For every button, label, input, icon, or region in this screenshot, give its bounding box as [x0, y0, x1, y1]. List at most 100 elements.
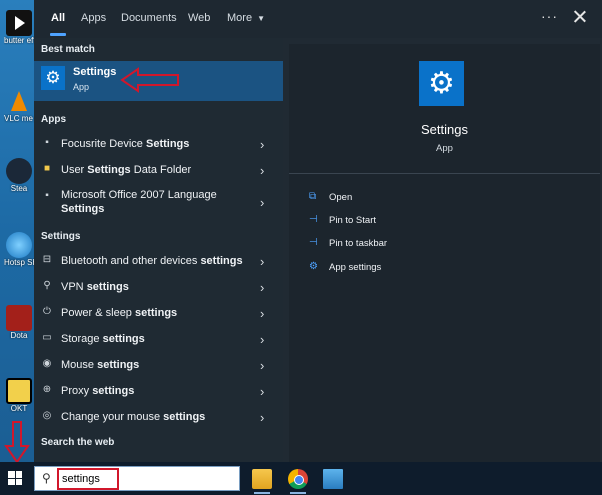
app-item-office-language[interactable]: ▪ Microsoft Office 2007 Language Settings… [34, 185, 283, 221]
dota-icon [6, 305, 32, 331]
annotation-highlight-box [57, 468, 119, 490]
desktop-icon-label: Hotsp Shiel [4, 258, 34, 267]
action-pin-taskbar[interactable]: ⊣ Pin to taskbar [309, 236, 509, 254]
media-file-icon [6, 10, 32, 36]
this-pc-icon[interactable] [323, 469, 343, 489]
chevron-right-icon[interactable]: › [260, 410, 264, 425]
section-best-match: Best match [41, 44, 95, 55]
search-box[interactable]: ⚲ settings [34, 466, 240, 491]
setting-item-power[interactable]: ⏻ Power & sleep settings › [34, 301, 283, 325]
setting-item-text: Storage [61, 333, 103, 345]
setting-item-proxy[interactable]: ⊕ Proxy settings › [34, 379, 283, 403]
tab-more[interactable]: More ▼ [227, 12, 265, 24]
app-item-focusrite[interactable]: ▪ Focusrite Device Settings › [34, 132, 283, 156]
section-apps: Apps [41, 114, 66, 125]
mouse-icon: ◉ [42, 358, 52, 369]
desktop: butter effect.m VLC me playe Stea Hotsp … [0, 0, 34, 462]
desktop-icon-butterfly[interactable]: butter effect.m [4, 10, 34, 45]
action-pin-start[interactable]: ⊣ Pin to Start [309, 213, 509, 231]
tab-documents[interactable]: Documents [121, 12, 177, 24]
gear-icon: ⚙ [419, 61, 464, 106]
search-icon: ⚲ [42, 471, 51, 485]
folder-icon: ■ [43, 163, 51, 174]
chrome-icon[interactable] [288, 469, 308, 489]
app-shortcut-icon: ▪ [45, 137, 49, 148]
section-settings: Settings [41, 231, 81, 242]
taskbar-indicator [290, 492, 306, 494]
setting-item-match: settings [86, 281, 129, 293]
annotation-arrow-down-icon [4, 421, 30, 464]
chevron-right-icon[interactable]: › [260, 195, 264, 210]
tab-underline [50, 33, 66, 36]
caret-down-icon: ▼ [257, 14, 266, 23]
desktop-icon-label: Dota [10, 331, 28, 340]
desktop-icon-steam[interactable]: Stea [4, 158, 34, 193]
desktop-icon-okt[interactable]: OKT [4, 378, 34, 413]
action-label: Pin to Start [329, 215, 376, 226]
okt-icon [6, 378, 32, 404]
chevron-right-icon[interactable]: › [260, 306, 264, 321]
best-match-type: App [73, 82, 90, 92]
setting-item-mouse[interactable]: ◉ Mouse settings › [34, 353, 283, 377]
search-tabs: All Apps Documents Web More ▼ ··· [34, 0, 602, 38]
chevron-right-icon[interactable]: › [260, 384, 264, 399]
app-item-match: Settings [145, 138, 190, 150]
app-item-match: Settings [61, 203, 105, 215]
setting-item-storage[interactable]: ▭ Storage settings › [34, 327, 283, 351]
app-item-text: Microsoft Office 2007 Language [61, 189, 217, 201]
setting-item-match: settings [97, 359, 140, 371]
chevron-right-icon[interactable]: › [260, 280, 264, 295]
app-item-text-post: Data Folder [130, 164, 192, 176]
desktop-icon-label: butter effect.m [4, 36, 34, 45]
action-app-settings[interactable]: ⚙ App settings [309, 260, 509, 278]
start-menu: All Apps Documents Web More ▼ ··· Best m… [34, 0, 602, 462]
storage-icon: ▭ [42, 332, 52, 343]
chevron-right-icon[interactable]: › [260, 163, 264, 178]
best-match-settings[interactable]: ⚙ Settings App [34, 61, 283, 101]
section-search-web: Search the web [41, 437, 115, 448]
close-icon[interactable] [573, 9, 587, 23]
app-shortcut-icon: ▪ [45, 190, 49, 201]
taskbar: ⚲ settings [0, 462, 602, 495]
more-options-icon[interactable]: ··· [541, 8, 558, 24]
power-icon: ⏻ [43, 306, 51, 317]
best-match-name: Settings [73, 66, 117, 78]
desktop-icon-dota[interactable]: Dota [4, 305, 34, 340]
taskbar-indicator [254, 492, 270, 494]
pin-icon: ⊣ [309, 214, 318, 225]
annotation-arrow-left-icon [120, 67, 179, 93]
app-item-user-settings[interactable]: ■ User Settings Data Folder › [34, 158, 283, 182]
vlc-icon [6, 88, 32, 114]
hotspot-shield-icon [6, 232, 32, 258]
chevron-right-icon[interactable]: › [260, 254, 264, 269]
file-explorer-icon[interactable] [252, 469, 272, 489]
setting-item-match: settings [92, 385, 135, 397]
setting-item-text: VPN [61, 281, 87, 293]
desktop-icon-label: Stea [10, 184, 28, 193]
windows-start-icon[interactable] [8, 471, 22, 485]
app-item-text: Focusrite Device [61, 138, 146, 150]
desktop-icon-hotspot[interactable]: Hotsp Shiel [4, 232, 34, 267]
tab-all[interactable]: All [51, 12, 65, 24]
tab-more-label: More [227, 12, 253, 24]
setting-item-text: Bluetooth and other devices [61, 255, 201, 267]
bluetooth-devices-icon: ⊟ [42, 254, 52, 265]
desktop-icon-label: OKT [10, 404, 28, 413]
setting-item-vpn[interactable]: ⚲ VPN settings › [34, 275, 283, 299]
setting-item-match: settings [134, 307, 178, 319]
desktop-icon-vlc[interactable]: VLC me playe [4, 88, 34, 123]
gear-icon: ⚙ [41, 66, 65, 90]
setting-item-text: Change your mouse [61, 411, 164, 423]
chevron-right-icon[interactable]: › [260, 358, 264, 373]
chevron-right-icon[interactable]: › [260, 137, 264, 152]
action-label: App settings [329, 262, 382, 273]
results-pane: Best match ⚙ Settings App Apps ▪ Focusri… [34, 38, 283, 462]
setting-item-change-mouse[interactable]: ◎ Change your mouse settings › [34, 405, 283, 429]
setting-item-bluetooth[interactable]: ⊟ Bluetooth and other devices settings › [34, 249, 283, 273]
tab-apps[interactable]: Apps [81, 12, 106, 24]
action-open[interactable]: ⧉ Open [309, 190, 509, 208]
chevron-right-icon[interactable]: › [260, 332, 264, 347]
open-icon: ⧉ [309, 191, 317, 202]
tab-web[interactable]: Web [188, 12, 210, 24]
preview-pane: ⚙ Settings App ⧉ Open ⊣ Pin to Start ⊣ P… [289, 44, 600, 462]
